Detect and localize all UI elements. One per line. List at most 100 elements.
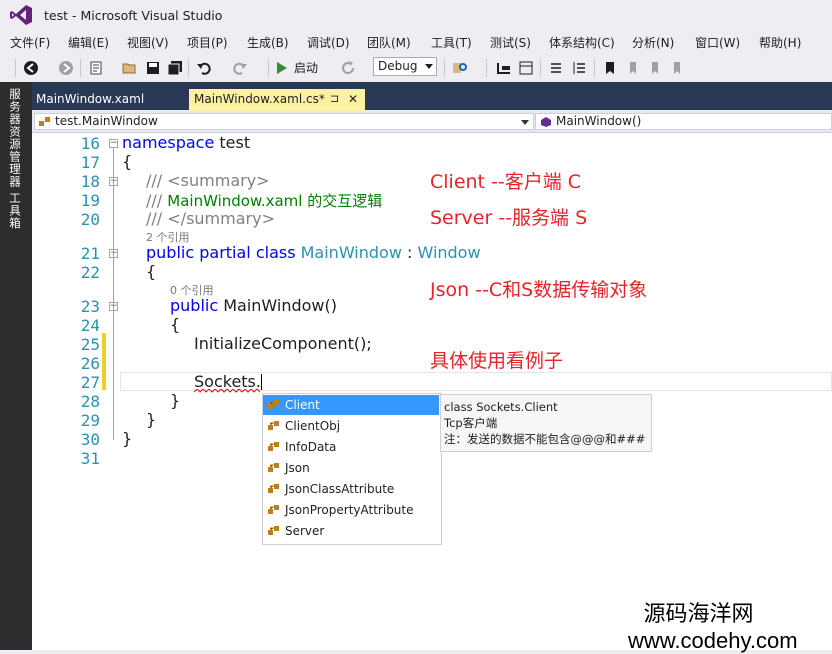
properties-icon[interactable]	[518, 60, 534, 76]
code-line-30: }	[122, 429, 133, 448]
intellisense-completion-list[interactable]: Client ClientObj InfoData Json JsonClass…	[262, 393, 442, 545]
toolbar-separator	[268, 59, 269, 77]
annotation-json: Json --C和S数据传输对象	[430, 279, 648, 301]
tooltip-signature: class Sockets.Client	[444, 400, 558, 414]
undo-icon[interactable]	[196, 60, 212, 76]
watermark-site-name: 源码海洋网	[643, 602, 754, 627]
refresh-icon[interactable]	[340, 60, 356, 76]
base-type-name: Window	[417, 243, 481, 262]
menu-window[interactable]: 窗口(W)	[695, 34, 740, 51]
keyword: public partial class	[146, 243, 301, 262]
type-name: MainWindow	[300, 243, 402, 262]
completion-item-label: Json	[285, 461, 310, 475]
pin-tab-icon[interactable]: ⊐	[330, 92, 339, 105]
tooltip-summary: Tcp客户端	[444, 416, 498, 430]
forward-icon[interactable]	[58, 60, 74, 76]
menu-build[interactable]: 生成(B)	[247, 34, 289, 51]
toolbar-grip	[15, 59, 16, 77]
line-number: 29	[80, 411, 100, 430]
standard-toolbar: 启动 Debug	[0, 54, 832, 82]
back-icon[interactable]	[23, 60, 39, 76]
identifier: MainWindow()	[223, 296, 337, 315]
line-number: 26	[80, 354, 100, 373]
identifier: test	[214, 133, 251, 152]
code-line-24: {	[170, 315, 181, 334]
completion-item[interactable]: Client	[263, 395, 439, 415]
completion-item[interactable]: InfoData	[263, 437, 439, 457]
bookmark-icon[interactable]	[602, 60, 618, 76]
menu-file[interactable]: 文件(F)	[10, 34, 50, 51]
open-file-icon[interactable]	[122, 60, 138, 76]
line-number: 28	[80, 392, 100, 411]
class-icon	[268, 421, 279, 430]
menu-debug[interactable]: 调试(D)	[307, 34, 350, 51]
completion-item[interactable]: Server	[263, 521, 439, 541]
server-explorer-tab[interactable]: 服务器资源管理器	[7, 88, 23, 188]
completion-item[interactable]: JsonPropertyAttribute	[263, 500, 439, 520]
chevron-down-icon	[521, 120, 529, 125]
line-number: 19	[80, 191, 100, 210]
comment-marker: ///	[146, 171, 168, 190]
code-line-17: {	[122, 152, 133, 171]
xml-doc-tag: <summary>	[167, 171, 270, 190]
quick-info-tooltip: class Sockets.Client Tcp客户端 注：发送的数据不能包含@…	[440, 394, 652, 452]
toolbox-tab[interactable]: 工具箱	[7, 192, 23, 230]
save-icon[interactable]	[145, 60, 161, 76]
method-icon	[541, 117, 551, 127]
menu-architecture[interactable]: 体系结构(C)	[549, 34, 615, 51]
punctuation: :	[401, 243, 418, 262]
completion-item-label: JsonClassAttribute	[285, 482, 395, 496]
next-bookmark-icon[interactable]	[646, 60, 662, 76]
keyword: public	[170, 296, 224, 315]
line-number: 27	[80, 373, 100, 392]
class-icon	[268, 463, 279, 472]
line-number: 16	[80, 134, 100, 153]
uncomment-lines-icon[interactable]	[572, 60, 588, 76]
menu-tools[interactable]: 工具(T)	[431, 34, 472, 51]
tab-mainwindow-xaml-cs-label: MainWindow.xaml.cs*	[194, 92, 325, 106]
line-number: 21	[80, 244, 100, 263]
toolbar-separator	[80, 59, 81, 77]
menu-edit[interactable]: 编辑(E)	[68, 34, 109, 51]
completion-item[interactable]: Json	[263, 458, 439, 478]
menu-analyze[interactable]: 分析(N)	[632, 34, 674, 51]
new-project-icon[interactable]	[88, 60, 104, 76]
save-all-icon[interactable]	[167, 60, 183, 76]
code-line-28: }	[170, 391, 181, 410]
previous-bookmark-icon[interactable]	[624, 60, 640, 76]
member-dropdown[interactable]: MainWindow()	[535, 113, 832, 130]
left-dock-panel: 服务器资源管理器 工具箱	[0, 82, 32, 650]
solution-explorer-icon[interactable]	[496, 60, 512, 76]
toolbar-separator	[540, 59, 541, 77]
start-button[interactable]: 启动	[294, 59, 318, 76]
close-tab-icon[interactable]: ✕	[348, 92, 358, 106]
menu-view[interactable]: 视图(V)	[127, 34, 169, 51]
menu-project[interactable]: 项目(P)	[187, 34, 228, 51]
clear-bookmarks-icon[interactable]	[668, 60, 684, 76]
tab-mainwindow-xaml[interactable]: MainWindow.xaml	[36, 92, 144, 106]
menu-help[interactable]: 帮助(H)	[759, 34, 801, 51]
start-icon[interactable]	[276, 60, 288, 76]
type-dropdown[interactable]: test.MainWindow	[34, 113, 534, 130]
annotation-example: 具体使用看例子	[430, 350, 564, 372]
class-icon	[268, 526, 279, 535]
completion-item[interactable]: ClientObj	[263, 416, 439, 436]
line-number: 20	[80, 210, 100, 229]
collapse-namespace-icon[interactable]: −	[109, 139, 118, 148]
visual-studio-logo-icon	[10, 5, 32, 25]
menu-team[interactable]: 团队(M)	[367, 34, 411, 51]
class-icon	[268, 400, 279, 409]
line-number: 23	[80, 297, 100, 316]
code-line-18: /// <summary>	[146, 171, 270, 190]
line-number: 18	[80, 172, 100, 191]
completion-item-label: ClientObj	[285, 419, 341, 433]
solution-configuration-dropdown[interactable]: Debug	[373, 57, 437, 76]
comment-text: MainWindow.xaml 的交互逻辑	[167, 192, 383, 210]
code-line-23: public MainWindow()	[170, 296, 337, 315]
menu-test[interactable]: 测试(S)	[490, 34, 531, 51]
redo-icon[interactable]	[232, 60, 248, 76]
comment-lines-icon[interactable]	[548, 60, 564, 76]
find-in-files-icon[interactable]	[452, 60, 468, 76]
completion-item[interactable]: JsonClassAttribute	[263, 479, 439, 499]
watermark-url: www.codehy.com	[628, 628, 798, 653]
